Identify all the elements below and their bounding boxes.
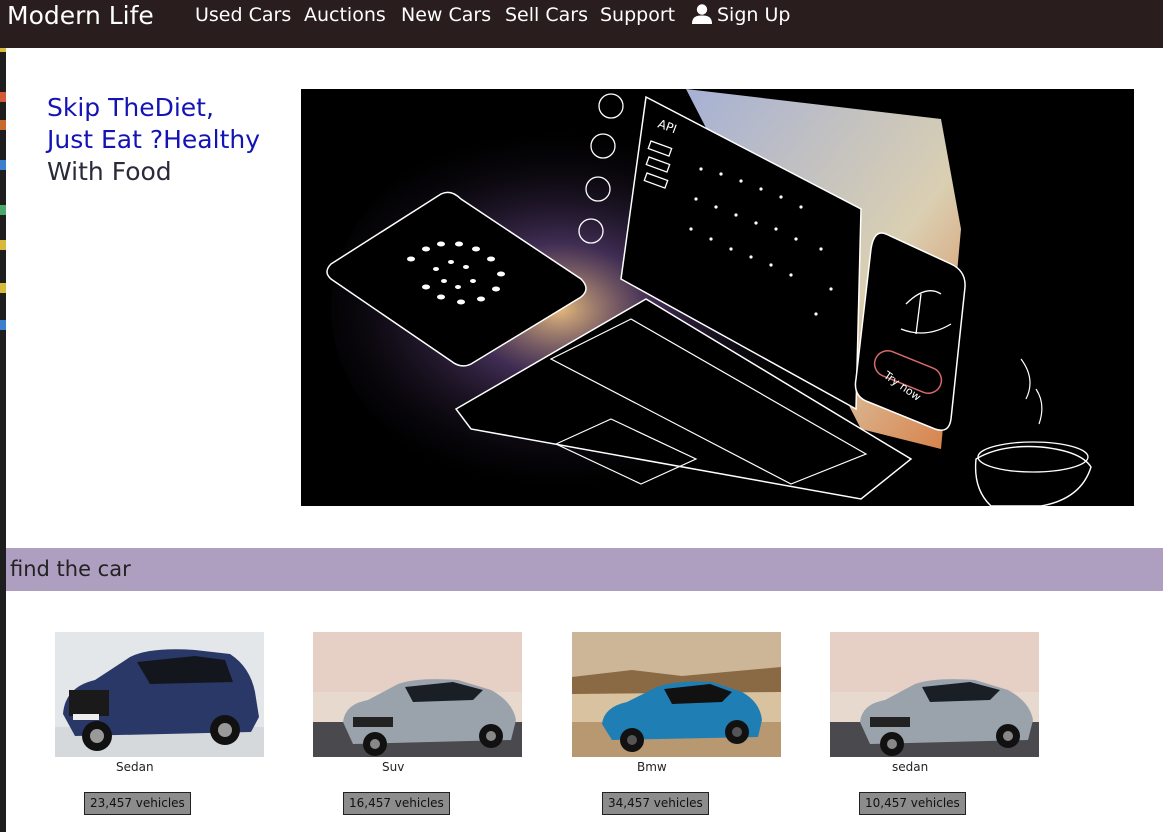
nav-sell-cars[interactable]: Sell Cars <box>505 3 588 27</box>
car-label: Suv <box>382 760 405 774</box>
nav-support[interactable]: Support <box>600 3 675 27</box>
find-the-car-bar: find the car <box>6 548 1163 591</box>
vehicle-count-badge: 23,457 vehicles <box>84 792 191 815</box>
car-card-suv[interactable]: Suv 16,457 vehicles <box>313 632 522 815</box>
nav-new-cars[interactable]: New Cars <box>401 3 491 27</box>
vehicle-count-badge: 16,457 vehicles <box>343 792 450 815</box>
find-title: find the car <box>10 557 131 581</box>
nav-used-cars[interactable]: Used Cars <box>195 3 291 27</box>
nav-sign-up[interactable]: Sign Up <box>717 3 790 27</box>
car-card-bmw[interactable]: Bmw 34,457 vehicles <box>572 632 781 815</box>
car-card-sedan[interactable]: Sedan 23,457 vehicles <box>55 632 264 815</box>
vehicle-count-badge: 10,457 vehicles <box>859 792 966 815</box>
car-card-sedan-2[interactable]: sedan 10,457 vehicles <box>830 632 1039 815</box>
editor-strip <box>0 0 6 832</box>
camaro-photo[interactable] <box>572 632 781 757</box>
hero-line-2: Just Eat ?Healthy <box>47 125 261 154</box>
hero-line-3: With Food <box>47 157 172 186</box>
car-label: Bmw <box>637 760 667 774</box>
brand-logo[interactable]: Modern Life <box>7 1 154 31</box>
bmw-sedan-photo[interactable] <box>830 632 1039 757</box>
nav-auctions[interactable]: Auctions <box>304 3 386 27</box>
laptop-api-illustration: API Try now <box>301 89 1134 506</box>
vehicle-count-badge: 34,457 vehicles <box>602 792 709 815</box>
suv-photo[interactable] <box>55 632 264 757</box>
hero-illustration: API Try now <box>301 89 1134 506</box>
hero-line-1: Skip TheDiet, <box>47 93 214 122</box>
user-icon[interactable] <box>691 3 713 25</box>
hero-heading: Skip TheDiet, Just Eat ?Healthy With Foo… <box>47 92 260 188</box>
bmw-sedan-photo[interactable] <box>313 632 522 757</box>
car-label: sedan <box>892 760 929 774</box>
navbar: Modern Life Used Cars Auctions New Cars … <box>0 0 1163 48</box>
car-label: Sedan <box>116 760 154 774</box>
